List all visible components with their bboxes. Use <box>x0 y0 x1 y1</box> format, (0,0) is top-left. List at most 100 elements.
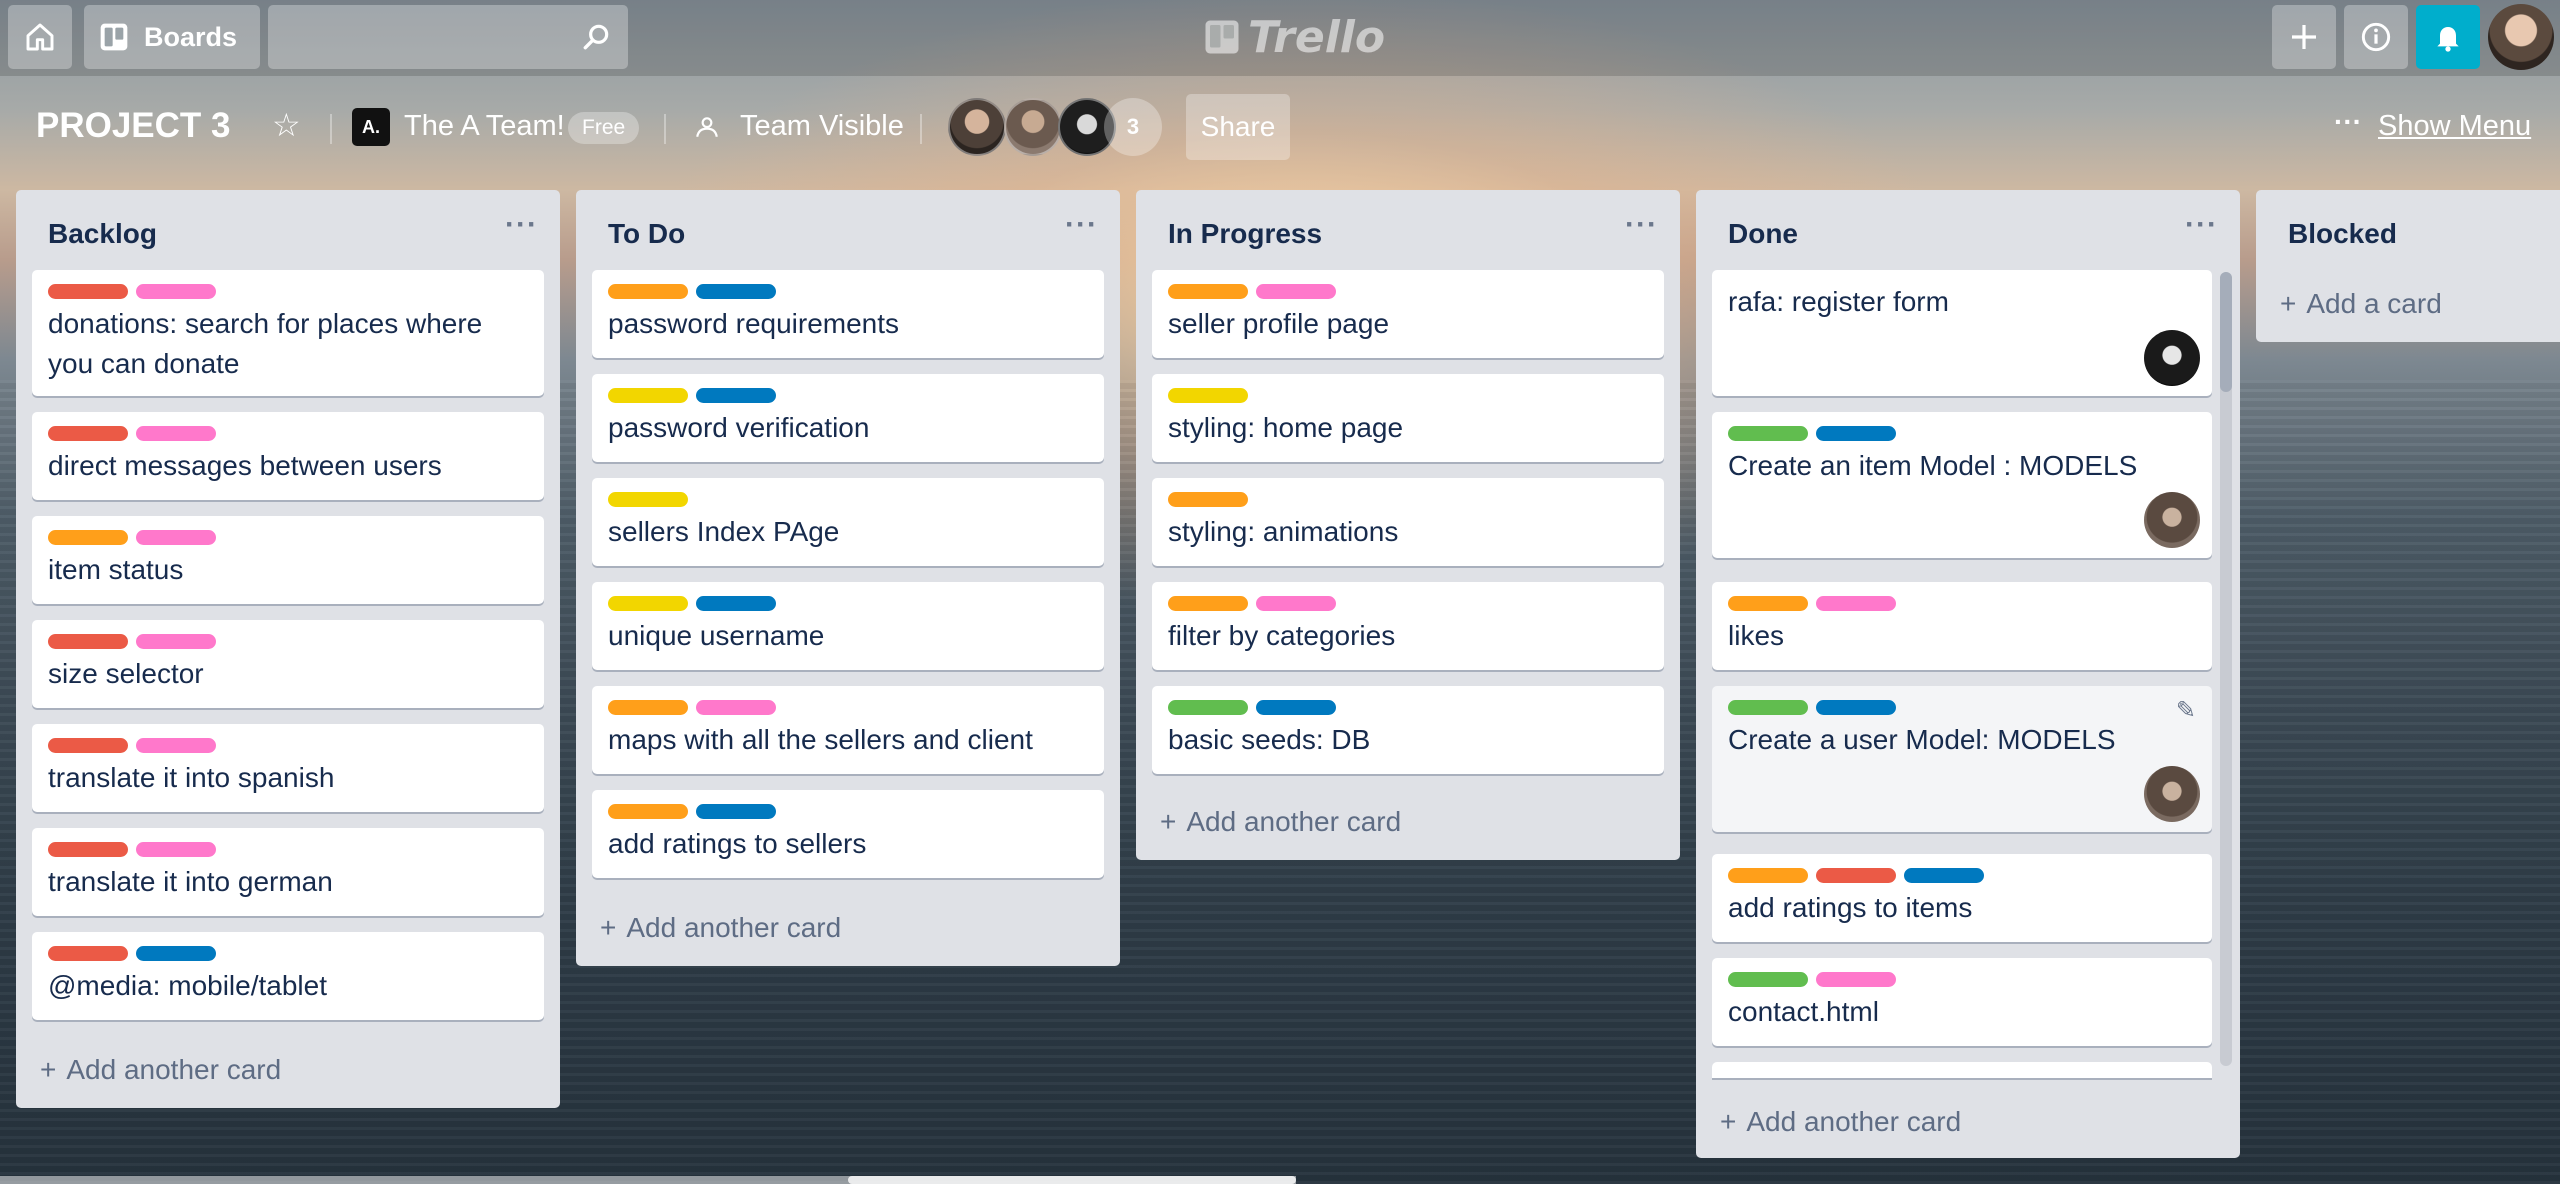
card[interactable]: styling: home page <box>1152 374 1664 462</box>
card-label[interactable] <box>136 634 216 649</box>
card-label[interactable] <box>1816 868 1896 883</box>
card-label[interactable] <box>608 596 688 611</box>
card[interactable]: likes <box>1712 582 2212 670</box>
card[interactable]: size selector <box>32 620 544 708</box>
card[interactable]: item status <box>32 516 544 604</box>
card-label[interactable] <box>48 842 128 857</box>
card-label[interactable] <box>1904 868 1984 883</box>
card-label[interactable] <box>1728 426 1808 441</box>
info-button[interactable] <box>2344 5 2408 69</box>
card-label[interactable] <box>1728 596 1808 611</box>
card[interactable]: translate it into german <box>32 828 544 916</box>
member-avatar[interactable] <box>948 98 1006 156</box>
card-member-avatar[interactable] <box>2144 766 2200 822</box>
card-partial[interactable] <box>1712 1062 2212 1078</box>
card[interactable]: password requirements <box>592 270 1104 358</box>
card[interactable]: ✎ Create a user Model: MODELS <box>1712 686 2212 832</box>
card[interactable]: sellers Index PAge <box>592 478 1104 566</box>
card-member-avatar[interactable] <box>2144 330 2200 386</box>
card-label[interactable] <box>696 700 776 715</box>
trello-logo[interactable]: Trello <box>1204 12 1385 63</box>
share-button[interactable]: Share <box>1186 94 1290 160</box>
card-label[interactable] <box>1728 972 1808 987</box>
star-icon[interactable]: ☆ <box>272 106 301 144</box>
card-label[interactable] <box>136 946 216 961</box>
list-scrollbar[interactable] <box>2220 272 2232 1066</box>
card-label[interactable] <box>1168 492 1248 507</box>
card-label[interactable] <box>48 634 128 649</box>
list-menu-icon[interactable]: ··· <box>1625 208 1658 242</box>
card-label[interactable] <box>608 804 688 819</box>
menu-dots-icon[interactable]: ··· <box>2334 106 2362 138</box>
card[interactable]: styling: animations <box>1152 478 1664 566</box>
card-label[interactable] <box>608 284 688 299</box>
search-input[interactable] <box>268 5 628 69</box>
list-menu-icon[interactable]: ··· <box>505 208 538 242</box>
card-label[interactable] <box>1168 388 1248 403</box>
list-title[interactable]: Blocked <box>2288 218 2397 250</box>
create-button[interactable] <box>2272 5 2336 69</box>
card-label[interactable] <box>48 530 128 545</box>
card[interactable]: add ratings to items <box>1712 854 2212 942</box>
card[interactable]: password verification <box>592 374 1104 462</box>
card[interactable]: rafa: register form <box>1712 270 2212 396</box>
card-label[interactable] <box>1168 700 1248 715</box>
card[interactable]: basic seeds: DB <box>1152 686 1664 774</box>
card-label[interactable] <box>608 700 688 715</box>
card-label[interactable] <box>1816 700 1896 715</box>
list-title[interactable]: Done <box>1728 218 1798 250</box>
card[interactable]: maps with all the sellers and client <box>592 686 1104 774</box>
card-label[interactable] <box>608 492 688 507</box>
card-label[interactable] <box>136 530 216 545</box>
card-label[interactable] <box>1256 700 1336 715</box>
visibility-button[interactable]: Team Visible <box>694 110 904 143</box>
card-label[interactable] <box>1256 596 1336 611</box>
card-label[interactable] <box>1728 868 1808 883</box>
card-member-avatar[interactable] <box>2144 492 2200 548</box>
card-label[interactable] <box>1168 284 1248 299</box>
card[interactable]: donations: search for places where you c… <box>32 270 544 396</box>
add-card-button[interactable]: + Add another card <box>600 912 841 944</box>
scrollbar-thumb[interactable] <box>2220 272 2232 392</box>
user-avatar[interactable] <box>2488 4 2554 70</box>
card[interactable]: direct messages between users <box>32 412 544 500</box>
show-menu-link[interactable]: Show Menu <box>2378 110 2531 143</box>
card-label[interactable] <box>48 284 128 299</box>
card-label[interactable] <box>48 946 128 961</box>
card-label[interactable] <box>696 284 776 299</box>
boards-button[interactable]: Boards <box>84 5 260 69</box>
card-label[interactable] <box>1256 284 1336 299</box>
add-card-button[interactable]: + Add another card <box>1160 806 1401 838</box>
card-label[interactable] <box>696 596 776 611</box>
card[interactable]: filter by categories <box>1152 582 1664 670</box>
add-card-button[interactable]: + Add another card <box>40 1054 281 1086</box>
list-title[interactable]: Backlog <box>48 218 157 250</box>
notifications-button[interactable] <box>2416 5 2480 69</box>
card[interactable]: translate it into spanish <box>32 724 544 812</box>
card-label[interactable] <box>696 804 776 819</box>
card-label[interactable] <box>696 388 776 403</box>
team-name[interactable]: The A Team! <box>404 110 565 143</box>
card-label[interactable] <box>136 426 216 441</box>
card-label[interactable] <box>48 426 128 441</box>
card[interactable]: seller profile page <box>1152 270 1664 358</box>
card-label[interactable] <box>1816 972 1896 987</box>
card-label[interactable] <box>1816 596 1896 611</box>
card-label[interactable] <box>1816 426 1896 441</box>
list-menu-icon[interactable]: ··· <box>2185 208 2218 242</box>
add-card-button[interactable]: + Add another card <box>1720 1106 1961 1138</box>
member-avatar[interactable] <box>1004 98 1062 156</box>
card-label[interactable] <box>136 842 216 857</box>
card[interactable]: unique username <box>592 582 1104 670</box>
card[interactable]: @media: mobile/tablet <box>32 932 544 1020</box>
home-button[interactable] <box>8 5 72 69</box>
add-card-button[interactable]: + Add a card <box>2280 288 2442 320</box>
member-count-badge[interactable]: 3 <box>1104 98 1162 156</box>
card-label[interactable] <box>1168 596 1248 611</box>
card-label[interactable] <box>1728 700 1808 715</box>
list-title[interactable]: In Progress <box>1168 218 1322 250</box>
board-scrollbar-thumb[interactable] <box>848 1176 1296 1184</box>
list-title[interactable]: To Do <box>608 218 685 250</box>
card-label[interactable] <box>136 284 216 299</box>
card[interactable]: Create an item Model : MODELS <box>1712 412 2212 558</box>
